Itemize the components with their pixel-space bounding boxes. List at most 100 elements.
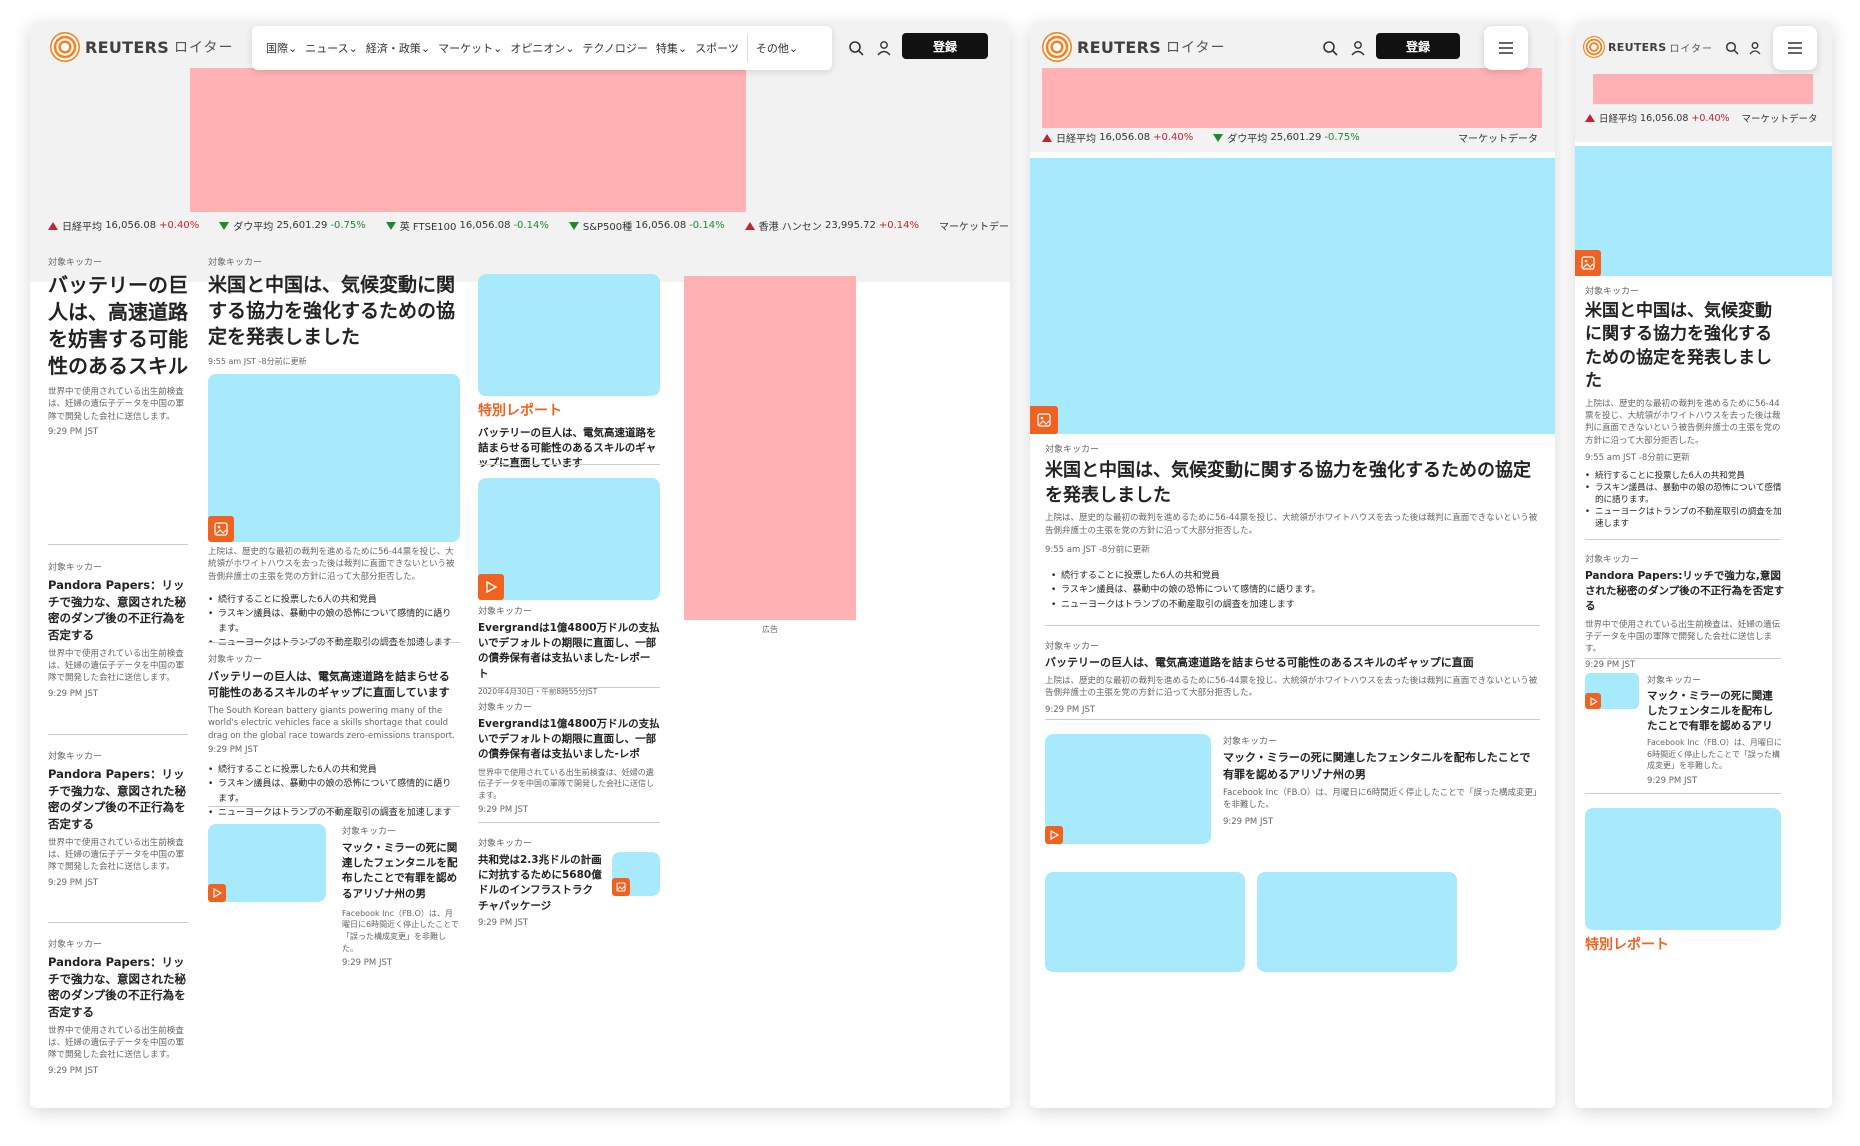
nav-item[interactable]: テクノロジー (579, 40, 652, 56)
special-image[interactable] (1585, 808, 1781, 930)
mobile-pandora-story[interactable]: 対象キッカー Pandora Papers:リッチで強力な,意図された秘密のダン… (1585, 552, 1785, 670)
user-icon[interactable] (1348, 38, 1368, 58)
main-story-title[interactable]: 米国と中国は、気候変動に関する協力を強化するための協定を発表しました (208, 272, 458, 351)
nav-item[interactable]: 経済・政策⌄ (362, 40, 434, 56)
register-button[interactable]: 登録 (1376, 33, 1460, 59)
menu-button[interactable] (1773, 26, 1817, 70)
ad-banner[interactable] (1042, 68, 1542, 128)
search-icon[interactable] (1722, 38, 1742, 58)
user-icon[interactable] (874, 38, 894, 58)
story-title[interactable]: Pandora Papers:リッチで強力な,意図された秘密のダンプ後の不正行為… (1585, 569, 1785, 615)
nav-item[interactable]: スポーツ (691, 40, 743, 56)
kicker: 対象キッカー (48, 563, 103, 573)
ad-banner[interactable] (1593, 74, 1813, 104)
bullet-link[interactable]: ニューヨークはトランプの不動産取引の調査を加速します (1585, 507, 1785, 531)
side-ad[interactable] (684, 276, 856, 620)
search-icon[interactable] (1320, 38, 1340, 58)
kicker: 対象キッカー (1585, 555, 1640, 565)
nav-item[interactable]: ニュース⌄ (301, 40, 362, 56)
reuters-logo[interactable]: REUTERS ロイター (1583, 36, 1713, 58)
ticker-nikkei[interactable]: 日経平均 16,056.08 +0.40% (1042, 130, 1193, 145)
bullet-link[interactable]: 続行することに投票した6人の共和党員 (208, 593, 460, 608)
story-title[interactable]: Evergrandは1億4800万ドルの支払いでデフォルトの期限に直面し、一部の… (478, 621, 660, 682)
menu-button[interactable] (1484, 26, 1528, 70)
left-story-1[interactable]: 対象キッカー バッテリーの巨人は、高速道路を妨害する可能性のあるスキル 世界中で… (48, 255, 188, 437)
tablet-mac-story[interactable]: 対象キッカー マック・ミラーの死に関連したフェンタニルを配布したことで有罪を認め… (1223, 734, 1541, 827)
bullet-link[interactable]: ニューヨークはトランプの不動産取引の調査を加速します (208, 636, 460, 650)
mac-story-image[interactable] (1045, 734, 1211, 844)
bullet-link[interactable]: 続行することに投票した6人の共和党員 (208, 763, 460, 778)
bullet-link[interactable]: 続行することに投票した6人の共和党員 (1051, 569, 1545, 584)
search-icon[interactable] (846, 38, 866, 58)
story-time: 9:55 am JST -8分前に更新 (208, 356, 307, 366)
story-title[interactable]: Pandora Papers：リッチで強力な、意図された秘密のダンプ後の不正行為… (48, 766, 188, 833)
bullet-link[interactable]: 続行することに投票した6人の共和党員 (1585, 471, 1785, 483)
ccp-story[interactable]: 対象キッカー 共和党は2.3兆ドルの計画に対抗するために5680億ドルのインフラ… (478, 836, 602, 928)
story-title[interactable]: マック・ミラーの死に関連したフェンタニルを配布したことで有罪を認めるアリゾナ州の… (1223, 750, 1541, 783)
hero-image[interactable] (1575, 146, 1832, 276)
ticker-ftse[interactable]: 英 FTSE100 16,056.08 -0.14% (385, 218, 549, 233)
story-summary: Facebook Inc（FB.O）は、月曜日に6時間近く停止したことで「誤った… (342, 908, 459, 953)
story-title[interactable]: バッテリーの巨人は、電気高速道路を詰まらせる可能性のあるスキルのギャップに直面し… (208, 669, 460, 701)
evergrand-story-1[interactable]: 対象キッカー Evergrandは1億4800万ドルの支払いでデフォルトの期限に… (478, 604, 660, 697)
main-story-title[interactable]: 米国と中国は、気候変動に関する協力を強化するための協定を発表しました (1585, 300, 1785, 394)
image-icon (1030, 406, 1058, 434)
bullet-link[interactable]: ラスキン議員は、暴動中の娘の恐怖について感情的に語ります。 (1051, 583, 1545, 598)
nav-item[interactable]: マーケット⌄ (434, 40, 506, 56)
second-story[interactable]: 対象キッカー バッテリーの巨人は、電気高速道路を詰まらせる可能性のあるスキルのギ… (208, 652, 460, 820)
nav-item[interactable]: 国際⌄ (262, 40, 301, 56)
story-title[interactable]: Pandora Papers：リッチで強力な、意図された秘密のダンプ後の不正行為… (48, 954, 188, 1021)
story-title[interactable]: Pandora Papers：リッチで強力な、意図された秘密のダンプ後の不正行為… (48, 577, 188, 644)
market-data-link[interactable]: マーケットデータ (1742, 111, 1818, 125)
ticker-nikkei[interactable]: 日経平均 16,056.08 +0.40% (1585, 111, 1730, 125)
left-story-3[interactable]: 対象キッカー Pandora Papers：リッチで強力な、意図された秘密のダン… (48, 749, 188, 888)
tablet-main-story[interactable]: 対象キッカー 米国と中国は、気候変動に関する協力を強化するための協定を発表しまし… (1045, 442, 1545, 612)
ticker-sp500[interactable]: S&P500種 16,056.08 -0.14% (568, 218, 725, 233)
bullet-link[interactable]: ニューヨークはトランプの不動産取引の調査を加速します (208, 806, 460, 820)
mobile-main-story[interactable]: 対象キッカー 米国と中国は、気候変動に関する協力を強化するための協定を発表しまし… (1585, 284, 1785, 531)
image-icon (208, 516, 234, 542)
left-story-4[interactable]: 対象キッカー Pandora Papers：リッチで強力な、意図された秘密のダン… (48, 937, 188, 1076)
tablet-battery-story[interactable]: 対象キッカー バッテリーの巨人は、電気高速道路を詰まらせる可能性のあるスキルのギ… (1045, 639, 1545, 715)
ticker-dow[interactable]: ダウ平均 25,601.29 -0.75% (219, 218, 366, 233)
story-title[interactable]: バッテリーの巨人は、電気高速道路を詰まらせる可能性のあるスキルのギャップに直面 (1045, 655, 1545, 672)
mac-story[interactable]: 対象キッカー マック・ミラーの死に関連したフェンタニルを配布したことで有罪を認め… (342, 824, 460, 968)
register-button[interactable]: 登録 (902, 33, 988, 59)
hero-image[interactable] (1030, 158, 1555, 434)
evergrand-story-2[interactable]: 対象キッカー Evergrandは1億4800万ドルの支払いでデフォルトの期限に… (478, 700, 660, 815)
story-title[interactable]: マック・ミラーの死に関連したフェンタニルを配布したことで有罪を認めるアリ (1647, 689, 1783, 733)
divider (478, 687, 660, 688)
bullet-link[interactable]: ラスキン議員は、暴動中の娘の恐怖について感情的に語ります。 (1585, 483, 1785, 507)
bullet-link[interactable]: ニューヨークはトランプの不動産取引の調査を加速します (1051, 598, 1545, 612)
ticker-nikkei[interactable]: 日経平均 16,056.08 +0.40% (48, 218, 199, 233)
nav-item[interactable]: 特集⌄ (652, 40, 691, 56)
user-icon[interactable] (1745, 38, 1765, 58)
main-story-head[interactable]: 対象キッカー 米国と中国は、気候変動に関する協力を強化するための協定を発表しまし… (208, 255, 458, 367)
ticker-dow[interactable]: ダウ平均 25,601.29 -0.75% (1213, 130, 1360, 145)
bullet-link[interactable]: ラスキン議員は、暴動中の娘の恐怖について感情的に語ります。 (208, 777, 460, 806)
story-title[interactable]: Evergrandは1億4800万ドルの支払いでデフォルトの期限に直面し、一部の… (478, 717, 660, 763)
ticker-hangseng[interactable]: 香港 ハンセン 23,995.72 +0.14% (744, 218, 919, 233)
left-story-2[interactable]: 対象キッカー Pandora Papers：リッチで強力な、意図された秘密のダン… (48, 560, 188, 699)
story-card-image[interactable] (1045, 872, 1245, 972)
reuters-logo[interactable]: REUTERS ロイター (50, 32, 233, 62)
reuters-logo[interactable]: REUTERS ロイター (1042, 32, 1225, 62)
nav-item[interactable]: オピニオン⌄ (506, 40, 578, 56)
story-title[interactable]: バッテリーの巨人は、高速道路を妨害する可能性のあるスキル (48, 272, 188, 380)
evergrand-image[interactable] (478, 478, 660, 600)
main-story-image[interactable] (208, 374, 460, 542)
ad-banner[interactable] (190, 68, 746, 212)
main-story-title[interactable]: 米国と中国は、気候変動に関する協力を強化するための協定を発表しました (1045, 458, 1545, 508)
special-report[interactable]: 特別レポート バッテリーの巨人は、電気高速道路を詰まらせる可能性のあるスキルのギ… (478, 400, 660, 472)
story-title[interactable]: 共和党は2.3兆ドルの計画に対抗するために5680億ドルのインフラストラクチャパ… (478, 853, 602, 914)
nav-more[interactable]: その他⌄ (752, 40, 802, 56)
special-image[interactable] (478, 274, 660, 396)
story-title[interactable]: マック・ミラーの死に関連したフェンタニルを配布したことで有罪を認めるアリゾナ州の… (342, 841, 460, 902)
mobile-mac-story[interactable]: 対象キッカー マック・ミラーの死に関連したフェンタニルを配布したことで有罪を認め… (1647, 673, 1783, 786)
image-icon (1575, 250, 1601, 276)
story-card-image[interactable] (1257, 872, 1457, 972)
market-data-link[interactable]: マーケットデータ (1458, 130, 1538, 145)
divider (1585, 539, 1781, 540)
market-data-link[interactable]: マーケットデータ (939, 218, 1010, 233)
bullet-link[interactable]: ラスキン議員は、暴動中の娘の恐怖について感情的に語ります。 (208, 607, 460, 636)
